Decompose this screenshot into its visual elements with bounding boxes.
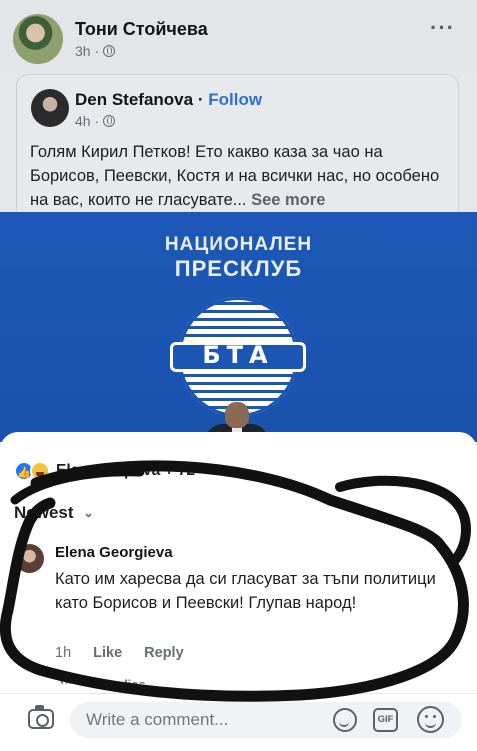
shared-meta: 4h · xyxy=(75,113,116,129)
post-meta: 3h · xyxy=(75,43,116,59)
comment-like-button[interactable]: Like xyxy=(93,645,122,661)
globe-icon xyxy=(103,115,116,127)
shared-author-line: Den Stefanova · Follow xyxy=(75,90,263,109)
comment-sort-dropdown[interactable]: Newest ⌄ xyxy=(14,503,94,523)
see-more-link[interactable]: See more xyxy=(251,191,325,209)
shared-time: 4h xyxy=(75,113,91,129)
post-video[interactable]: НАЦИОНАЛЕН ПРЕСКЛУБ БТА xyxy=(0,212,477,442)
avatar-sticker-icon[interactable] xyxy=(333,708,357,732)
bta-logo-text: БТА xyxy=(202,341,274,369)
commenter-name[interactable]: Elena Georgieva xyxy=(55,544,173,561)
commenter-avatar[interactable] xyxy=(15,544,44,573)
comment-text: Като им харесва да си гласуват за тъпи п… xyxy=(55,570,436,612)
emoji-icon[interactable] xyxy=(417,706,444,733)
shared-author-name[interactable]: Den Stefanova xyxy=(75,90,193,109)
gif-icon[interactable]: GIF xyxy=(373,708,398,732)
post-time: 3h xyxy=(75,43,91,59)
reactions-summary[interactable]: 👍 Elena Filipova + 72 xyxy=(14,461,195,481)
camera-icon[interactable] xyxy=(28,705,54,729)
haha-reaction-icon xyxy=(30,461,50,481)
follow-button[interactable]: Follow xyxy=(208,90,262,109)
post-header xyxy=(0,0,477,70)
author-avatar[interactable] xyxy=(13,14,63,64)
media-caption-line1: НАЦИОНАЛЕН xyxy=(164,234,313,255)
comment-time: 1h xyxy=(55,645,72,661)
shared-author-avatar[interactable] xyxy=(31,89,69,127)
media-caption-line2: ПРЕСКЛУБ xyxy=(174,256,303,281)
globe-icon xyxy=(103,45,116,57)
more-icon[interactable]: ··· xyxy=(430,15,455,41)
reactions-label: Elena Filipova + 72 xyxy=(56,462,196,479)
comment-reply-button[interactable]: Reply xyxy=(144,645,184,661)
shared-post-text: Голям Кирил Петков! Ето какво каза за ча… xyxy=(30,143,440,209)
comment-actions: 1h Like Reply xyxy=(55,645,184,661)
chevron-down-icon: ⌄ xyxy=(83,506,94,520)
post-author-name[interactable]: Тони Стойчева xyxy=(75,19,208,40)
sort-label: Newest xyxy=(14,503,74,522)
comment-input[interactable] xyxy=(70,702,462,738)
